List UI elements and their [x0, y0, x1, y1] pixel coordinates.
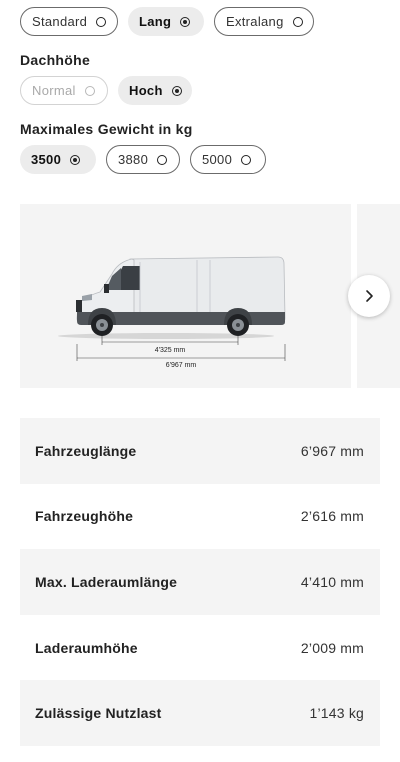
radio-icon [84, 85, 95, 96]
spec-row: Fahrzeuglänge 6’967 mm [20, 418, 380, 484]
radio-icon [157, 154, 168, 165]
spec-value: 1’143 kg [309, 705, 364, 722]
weight-option-label: 5000 [202, 152, 233, 167]
radio-checked-icon [171, 85, 182, 96]
spec-value: 4’410 mm [300, 573, 364, 590]
spec-name: Zulässige Nutzlast [35, 705, 162, 722]
spec-table: Fahrzeuglänge 6’967 mm Fahrzeughöhe 2’61… [20, 418, 380, 746]
weight-option-3880[interactable]: 3880 [106, 145, 180, 174]
radio-icon [96, 16, 107, 27]
spec-value: 2’616 mm [300, 508, 364, 525]
van-side-view-image: 4'325 mm 6'967 mm [58, 256, 286, 369]
length-option-standard[interactable]: Standard [20, 7, 118, 36]
length-option-label: Lang [139, 14, 172, 29]
radio-icon [241, 154, 252, 165]
spec-row: Laderaumhöhe 2’009 mm [20, 615, 380, 681]
spec-row: Max. Laderaumlänge 4’410 mm [20, 549, 380, 615]
weight-option-3500[interactable]: 3500 [20, 145, 96, 174]
length-option-extralang[interactable]: Extralang [214, 7, 314, 36]
roof-option-normal[interactable]: Normal [20, 76, 108, 105]
spec-value: 2’009 mm [300, 639, 364, 656]
spec-name: Fahrzeuglänge [35, 442, 137, 459]
weight-option-label: 3500 [31, 152, 62, 167]
wheelbase-label: 4'325 mm [155, 347, 186, 354]
spec-name: Max. Laderaumlänge [35, 573, 178, 590]
chevron-right-icon [366, 290, 373, 302]
spec-name: Laderaumhöhe [35, 639, 138, 656]
length-option-lang[interactable]: Lang [128, 7, 204, 36]
roof-options: Normal Hoch [20, 76, 192, 105]
length-option-label: Extralang [226, 14, 284, 29]
weight-options: 3500 3880 5000 [20, 145, 266, 174]
spec-row: Fahrzeughöhe 2’616 mm [20, 484, 380, 550]
roof-option-hoch[interactable]: Hoch [118, 76, 192, 105]
length-label: 6'967 mm [166, 362, 197, 369]
weight-option-label: 3880 [118, 152, 149, 167]
spec-value: 6’967 mm [300, 442, 364, 459]
spec-row: Zulässige Nutzlast 1’143 kg [20, 680, 380, 746]
roof-option-label: Hoch [129, 83, 163, 98]
radio-checked-icon [70, 154, 81, 165]
roof-option-label: Normal [32, 83, 76, 98]
radio-icon [292, 16, 303, 27]
next-image-button[interactable] [348, 275, 390, 317]
vehicle-image-card: 4'325 mm 6'967 mm [20, 204, 351, 388]
weight-option-5000[interactable]: 5000 [190, 145, 266, 174]
length-options: Standard Lang Extralang [20, 7, 314, 36]
radio-checked-icon [180, 16, 191, 27]
spec-name: Fahrzeughöhe [35, 508, 134, 525]
max-weight-title: Maximales Gewicht in kg [20, 121, 193, 137]
length-option-label: Standard [32, 14, 88, 29]
roof-height-title: Dachhöhe [20, 52, 91, 68]
